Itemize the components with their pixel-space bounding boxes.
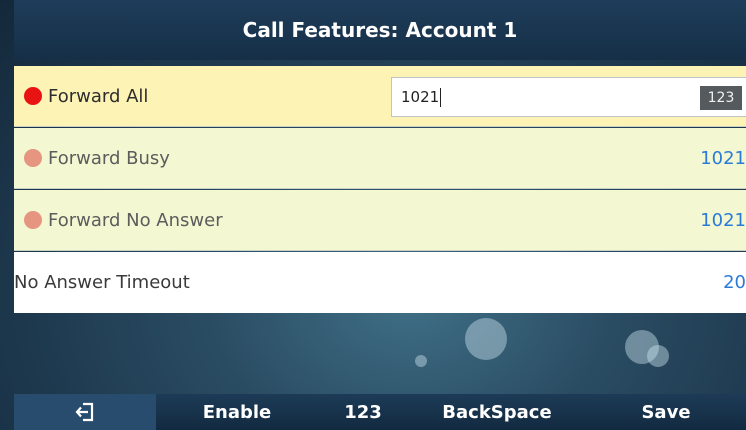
forward-busy-label: Forward Busy: [48, 147, 170, 169]
forward-busy-value: 1021: [700, 147, 746, 169]
status-indicator-icon: [24, 87, 42, 105]
forward-busy-row[interactable]: Forward Busy 1021: [14, 128, 746, 189]
save-button[interactable]: Save: [586, 394, 746, 430]
no-answer-timeout-value: 20: [723, 272, 746, 293]
back-button[interactable]: [14, 394, 156, 430]
status-indicator-icon: [24, 211, 42, 229]
forward-all-row[interactable]: Forward All 1021 123: [14, 66, 746, 127]
forward-no-answer-value: 1021: [700, 209, 746, 231]
background-bubble: [465, 318, 507, 360]
call-features-list: Forward All 1021 123 Forward Busy 1021 F…: [14, 66, 746, 314]
input-mode-button[interactable]: 123: [318, 394, 408, 430]
forward-no-answer-label: Forward No Answer: [48, 209, 223, 231]
forward-all-label: Forward All: [48, 85, 149, 107]
text-caret: [440, 87, 442, 107]
no-answer-timeout-row[interactable]: No Answer Timeout 20: [14, 252, 746, 313]
softkey-bar: Enable 123 BackSpace Save: [14, 394, 746, 430]
back-arrow-icon: [75, 402, 94, 422]
page-title: Call Features: Account 1: [14, 0, 746, 60]
forward-all-input-text: 1021: [401, 88, 440, 106]
background-bubble: [647, 345, 669, 367]
background-bubble: [415, 355, 427, 367]
forward-all-input[interactable]: 1021 123: [391, 77, 746, 117]
enable-button[interactable]: Enable: [156, 394, 318, 430]
no-answer-timeout-label: No Answer Timeout: [14, 272, 190, 293]
forward-no-answer-row[interactable]: Forward No Answer 1021: [14, 190, 746, 251]
backspace-button[interactable]: BackSpace: [408, 394, 586, 430]
status-indicator-icon: [24, 149, 42, 167]
input-mode-badge: 123: [700, 86, 742, 110]
